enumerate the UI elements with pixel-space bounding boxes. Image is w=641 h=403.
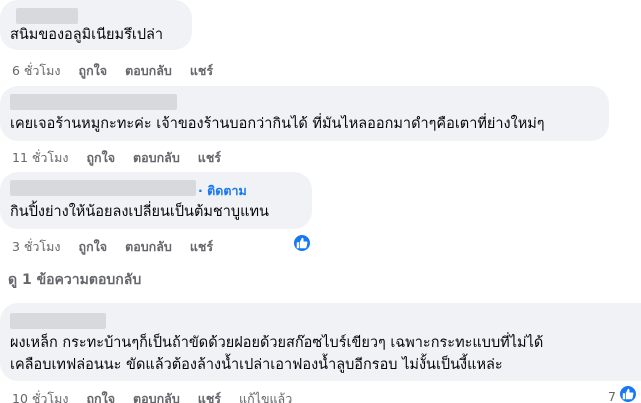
reply-link[interactable]: ตอบกลับ: [125, 61, 172, 81]
commenter-name-redacted[interactable]: [10, 94, 177, 110]
edited-label: แก้ไขแล้ว: [239, 391, 293, 403]
like-link[interactable]: ถูกใจ: [86, 148, 115, 168]
reply-link[interactable]: ตอบกลับ: [133, 389, 180, 403]
timestamp[interactable]: 3 ชั่วโมง: [12, 237, 61, 257]
comment-bubble-1: สนิมของอลูมิเนียมรึเปล่า: [0, 0, 192, 50]
commenter-name-redacted[interactable]: [10, 180, 196, 196]
thumbs-up-glyph: [622, 388, 634, 400]
reply-link[interactable]: ตอบกลับ: [125, 237, 172, 257]
thumbs-up-icon[interactable]: [292, 233, 312, 253]
timestamp[interactable]: 11 ชั่วโมง: [12, 148, 68, 168]
comment-text: สนิมของอลูมิเนียมรึเปล่า: [10, 27, 164, 43]
comment-bubble-4: ผงเหล็ก กระทะบ้านๆก็เป็นถ้าขัดด้วยฝอยด้ว…: [0, 303, 641, 381]
comment-actions-3: 3 ชั่วโมง ถูกใจ ตอบกลับ แชร์: [12, 237, 231, 257]
comment-actions-4: 10 ชั่วโมง ถูกใจ ตอบกลับ แชร์ แก้ไขแล้ว: [12, 389, 310, 403]
comment-text-line-1: ผงเหล็ก กระทะบ้านๆก็เป็นถ้าขัดด้วยฝอยด้ว…: [10, 335, 544, 351]
like-link[interactable]: ถูกใจ: [79, 61, 108, 81]
timestamp[interactable]: 6 ชั่วโมง: [12, 61, 61, 81]
thumbs-up-glyph: [296, 237, 308, 249]
comment-text: เคยเจอร้านหมูกะทะค่ะ เจ้าของร้านบอกว่ากิ…: [10, 116, 545, 132]
comment-bubble-2: เคยเจอร้านหมูกะทะค่ะ เจ้าของร้านบอกว่ากิ…: [0, 86, 609, 141]
commenter-name-redacted[interactable]: [16, 8, 78, 24]
like-link[interactable]: ถูกใจ: [86, 389, 115, 403]
timestamp[interactable]: 10 ชั่วโมง: [12, 389, 68, 403]
comment-text-line-2: เคลือบเทฟล่อนนะ ขัดแล้วต้องล้างน้ำเปล่าเ…: [10, 357, 503, 373]
commenter-name-redacted[interactable]: [10, 313, 106, 329]
reply-link[interactable]: ตอบกลับ: [133, 148, 180, 168]
comment-actions-1: 6 ชั่วโมง ถูกใจ ตอบกลับ แชร์: [12, 61, 231, 81]
reaction-count[interactable]: 7: [608, 389, 616, 403]
like-link[interactable]: ถูกใจ: [79, 237, 108, 257]
share-link[interactable]: แชร์: [198, 148, 221, 168]
thumbs-up-icon[interactable]: [618, 384, 638, 403]
comment-text: กินปิ้งย่างให้น้อยลงเปลี่ยนเป็นต้มชาบูแท…: [10, 204, 269, 220]
share-link[interactable]: แชร์: [190, 61, 213, 81]
share-link[interactable]: แชร์: [190, 237, 213, 257]
share-link[interactable]: แชร์: [198, 389, 221, 403]
view-replies-link[interactable]: ดู 1 ข้อความตอบกลับ: [8, 269, 141, 291]
follow-link[interactable]: · ติดตาม: [198, 181, 247, 201]
comment-actions-2: 11 ชั่วโมง ถูกใจ ตอบกลับ แชร์: [12, 148, 239, 168]
comment-bubble-3: · ติดตาม กินปิ้งย่างให้น้อยลงเปลี่ยนเป็น…: [0, 172, 312, 229]
